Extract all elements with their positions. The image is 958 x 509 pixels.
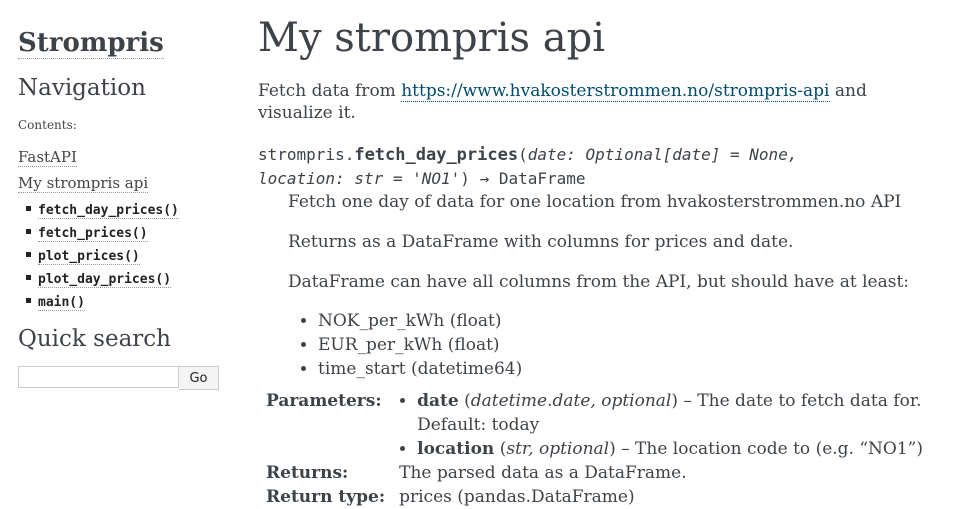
parameters-list: date (datetime.date, optional) – The dat… [399, 389, 938, 461]
search-form: Go [18, 366, 228, 390]
list-item: EUR_per_kWh (float) [318, 333, 938, 357]
parameter-item: location (str, optional) – The location … [417, 437, 938, 461]
toc-subitem: plot_prices() [26, 245, 228, 268]
param-type: datetime.date, optional [470, 391, 672, 411]
function-signature: strompris.fetch_day_prices(date: Optiona… [258, 143, 938, 190]
parameters-label: Parameters: [266, 391, 382, 411]
api-link[interactable]: https://www.hvakosterstrommen.no/strompr… [401, 81, 830, 102]
sidebar: Strompris Navigation Contents: FastAPI M… [18, 0, 228, 390]
signature-open-paren: ( [518, 145, 528, 164]
signature-module: strompris. [258, 145, 355, 164]
toc-subitem: fetch_prices() [26, 222, 228, 245]
function-description: Fetch one day of data for one location f… [288, 191, 938, 381]
list-item: time_start (datetime64) [318, 357, 938, 381]
returns-label: Returns: [266, 463, 349, 483]
toc-link-main[interactable]: main() [38, 295, 85, 311]
description-line: Fetch one day of data for one location f… [288, 192, 902, 212]
signature-function-name: fetch_day_prices [354, 145, 519, 165]
return-type-value: prices (pandas.DataFrame) [399, 487, 635, 507]
toc-link-fastapi[interactable]: FastAPI [18, 148, 77, 167]
param-name: location [417, 439, 495, 459]
parameter-item: date (datetime.date, optional) – The dat… [417, 389, 938, 437]
navigation-heading: Navigation [18, 75, 146, 101]
toc-link-my-strompris-api[interactable]: My strompris api [18, 174, 149, 193]
signature-param-location: location: str = 'NO1' [258, 169, 461, 188]
toc-link-plot-prices[interactable]: plot_prices() [38, 249, 140, 265]
returns-value: The parsed data as a DataFrame. [399, 463, 687, 483]
return-type-label: Return type: [266, 487, 386, 507]
intro-paragraph: Fetch data from https://www.hvakosterstr… [258, 80, 938, 124]
field-list: Parameters: date (datetime.date, optiona… [266, 389, 938, 509]
toc-link-fetch-prices[interactable]: fetch_prices() [38, 226, 148, 242]
param-desc: – The location code to (e.g. “NO1”) [615, 439, 923, 459]
description-line: Returns as a DataFrame with columns for … [288, 232, 794, 252]
signature-param-date: date: Optional[date] = None, [527, 145, 798, 164]
list-item: NOK_per_kWh (float) [318, 309, 938, 333]
search-input[interactable] [18, 366, 179, 388]
toc-sublist: fetch_day_prices() fetch_prices() plot_p… [18, 199, 228, 314]
param-type: str, optional [506, 439, 610, 459]
toc-link-plot-day-prices[interactable]: plot_day_prices() [38, 272, 172, 288]
toc-link-fetch-day-prices[interactable]: fetch_day_prices() [38, 203, 179, 219]
toc-subitem: main() [26, 291, 228, 314]
toc-subitem: plot_day_prices() [26, 268, 228, 291]
quick-search-heading: Quick search [18, 326, 171, 352]
signature-return: ) → DataFrame [460, 169, 586, 188]
description-line: DataFrame can have all columns from the … [288, 272, 910, 292]
param-name: date [417, 391, 459, 411]
toc-subitem: fetch_day_prices() [26, 199, 228, 222]
site-logo[interactable]: Strompris [18, 28, 164, 59]
page-title: My strompris api [258, 15, 606, 61]
required-columns-list: NOK_per_kWh (float) EUR_per_kWh (float) … [288, 309, 938, 381]
intro-prefix: Fetch data from [258, 81, 402, 101]
search-go-button[interactable]: Go [179, 366, 219, 390]
contents-caption: Contents: [18, 118, 77, 132]
main-content: My strompris api Fetch data from https:/… [258, 0, 938, 509]
